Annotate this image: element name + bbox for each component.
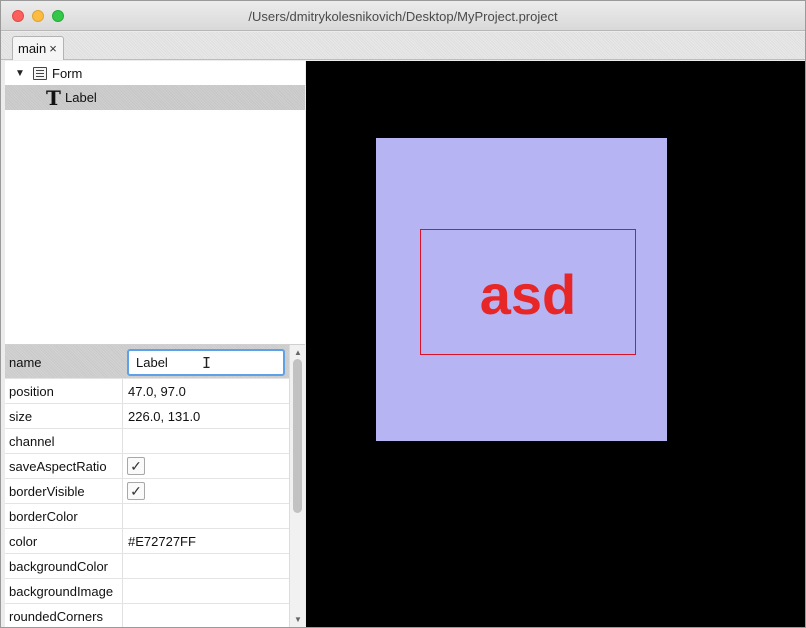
scroll-up-icon[interactable]: ▲ <box>294 348 302 357</box>
prop-row-name[interactable]: name I <box>5 345 289 379</box>
prop-row-save-aspect-ratio[interactable]: saveAspectRatio ✓ <box>5 454 289 479</box>
text-icon: T <box>46 86 61 110</box>
tab-close-icon[interactable]: × <box>49 41 57 56</box>
prop-value[interactable]: 226.0, 131.0 <box>128 409 200 424</box>
hierarchy-tree: ▼ Form T Label <box>5 61 305 341</box>
save-aspect-ratio-checkbox[interactable]: ✓ <box>127 457 145 475</box>
prop-row-rounded-corners[interactable]: roundedCorners <box>5 604 289 627</box>
prop-label: color <box>9 534 38 549</box>
prop-row-size[interactable]: size 226.0, 131.0 <box>5 404 289 429</box>
design-canvas[interactable]: asd <box>306 61 805 627</box>
window-title: /Users/dmitrykolesnikovich/Desktop/MyPro… <box>248 9 558 24</box>
prop-label: name <box>9 355 42 370</box>
title-bar: /Users/dmitrykolesnikovich/Desktop/MyPro… <box>1 1 805 31</box>
column-divider <box>122 504 123 528</box>
label-preview-text: asd <box>479 262 577 326</box>
column-divider <box>122 579 123 603</box>
form-preview[interactable]: asd <box>376 138 667 441</box>
tree-item-label: Label <box>65 90 97 105</box>
column-divider <box>122 404 123 428</box>
column-divider <box>122 604 123 627</box>
tree-item-label-node[interactable]: T Label <box>5 85 305 110</box>
tree-item-form[interactable]: ▼ Form <box>5 61 305 86</box>
prop-label: backgroundImage <box>9 584 114 599</box>
prop-label: roundedCorners <box>9 609 103 624</box>
tab-main[interactable]: main × <box>12 36 64 60</box>
properties-table: name I position 47.0, 97.0 size 226.0, 1… <box>5 344 305 627</box>
prop-row-channel[interactable]: channel <box>5 429 289 454</box>
prop-label: channel <box>9 434 55 449</box>
prop-row-border-color[interactable]: borderColor <box>5 504 289 529</box>
column-divider <box>122 379 123 403</box>
expand-arrow-icon[interactable]: ▼ <box>15 68 25 79</box>
border-visible-checkbox[interactable]: ✓ <box>127 482 145 500</box>
prop-label: saveAspectRatio <box>9 459 107 474</box>
tab-bar: main × <box>1 32 805 60</box>
prop-label: backgroundColor <box>9 559 109 574</box>
prop-row-position[interactable]: position 47.0, 97.0 <box>5 379 289 404</box>
prop-label: borderVisible <box>9 484 85 499</box>
scroll-thumb[interactable] <box>293 359 302 513</box>
label-preview[interactable]: asd <box>420 229 636 355</box>
left-pane: ▼ Form T Label name I position 47.0, 97.… <box>5 61 305 627</box>
column-divider <box>122 529 123 553</box>
column-divider <box>122 479 123 503</box>
prop-label: size <box>9 409 33 424</box>
prop-value[interactable]: 47.0, 97.0 <box>128 384 186 399</box>
tab-label: main <box>18 41 47 56</box>
prop-row-color[interactable]: color #E72727FF <box>5 529 289 554</box>
prop-row-border-visible[interactable]: borderVisible ✓ <box>5 479 289 504</box>
prop-label: borderColor <box>9 509 78 524</box>
prop-label: position <box>9 384 54 399</box>
app-window: /Users/dmitrykolesnikovich/Desktop/MyPro… <box>0 0 806 628</box>
prop-row-background-image[interactable]: backgroundImage <box>5 579 289 604</box>
prop-row-background-color[interactable]: backgroundColor <box>5 554 289 579</box>
tree-item-label: Form <box>52 66 83 81</box>
properties-scrollbar[interactable]: ▲ ▼ <box>289 345 305 627</box>
form-icon <box>33 67 47 80</box>
prop-value[interactable]: #E72727FF <box>128 534 196 549</box>
column-divider <box>122 429 123 453</box>
column-divider <box>122 454 123 478</box>
column-divider <box>122 554 123 578</box>
scroll-down-icon[interactable]: ▼ <box>294 615 302 624</box>
text-cursor-icon: I <box>202 354 212 372</box>
